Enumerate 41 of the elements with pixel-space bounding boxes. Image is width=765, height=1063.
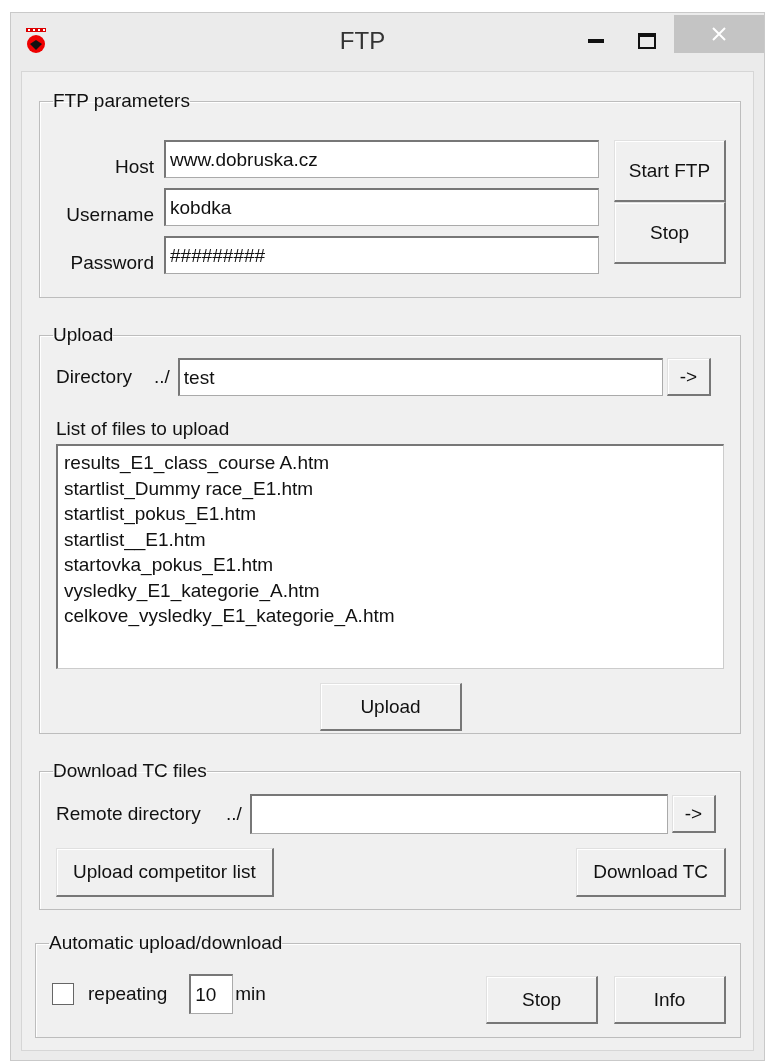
window-title: FTP (338, 27, 387, 55)
field-label: Host (113, 156, 154, 178)
ball-icon (25, 28, 47, 54)
field-label: Directory (56, 366, 133, 388)
upload-list-button[interactable]: Upload competitor list (56, 848, 274, 897)
text-field[interactable]: kobdka (164, 188, 599, 226)
info-button[interactable]: Info (614, 976, 726, 1024)
text-field[interactable]: ######### (164, 236, 599, 274)
browse-button[interactable]: -> (666, 358, 711, 396)
text-field[interactable]: www.dobruska.cz (164, 140, 599, 178)
file-item[interactable]: vysledky_E1_kategorie_A.htm (64, 577, 320, 603)
checkbox-label: repeating (88, 983, 168, 1005)
remote-directory-field[interactable] (249, 794, 668, 834)
stop-button[interactable]: Stop (486, 976, 598, 1024)
directory-field[interactable]: test (177, 358, 663, 396)
field-label: Username (65, 204, 154, 226)
file-item[interactable]: results_E1_class_course A.htm (64, 450, 330, 476)
file-item[interactable]: startlist_pokus_E1.htm (64, 501, 257, 527)
field-label: Remote directory (56, 803, 202, 825)
repeating-checkbox[interactable] (52, 983, 74, 1005)
unit-label: min (235, 983, 266, 1005)
file-item[interactable]: startovka_pokus_E1.htm (64, 552, 274, 578)
file-item[interactable]: startlist_Dummy race_E1.htm (64, 475, 314, 501)
close-icon (712, 27, 726, 41)
group-title: FTP parameters (53, 90, 190, 112)
maximize-icon[interactable] (638, 33, 656, 49)
upload-button[interactable]: Upload (320, 683, 462, 731)
group-title: Upload (53, 324, 114, 346)
group-title: Download TC files (53, 760, 207, 782)
group-title: Automatic upload/download (49, 932, 283, 954)
browse-button[interactable]: -> (671, 795, 716, 833)
stop-button[interactable]: Stop (614, 202, 726, 264)
download-button[interactable]: Download TC (576, 848, 726, 897)
file-item[interactable]: celkove_vysledky_E1_kategorie_A.htm (64, 603, 395, 629)
interval-field[interactable]: 10 (189, 974, 234, 1014)
field-label: Password (69, 252, 154, 274)
file-item[interactable]: startlist__E1.htm (64, 526, 206, 552)
list-label: List of files to upload (56, 418, 231, 440)
start-button[interactable]: Start FTP (614, 140, 726, 202)
path-prefix: ../ (154, 366, 170, 388)
path-prefix: ../ (226, 803, 242, 825)
